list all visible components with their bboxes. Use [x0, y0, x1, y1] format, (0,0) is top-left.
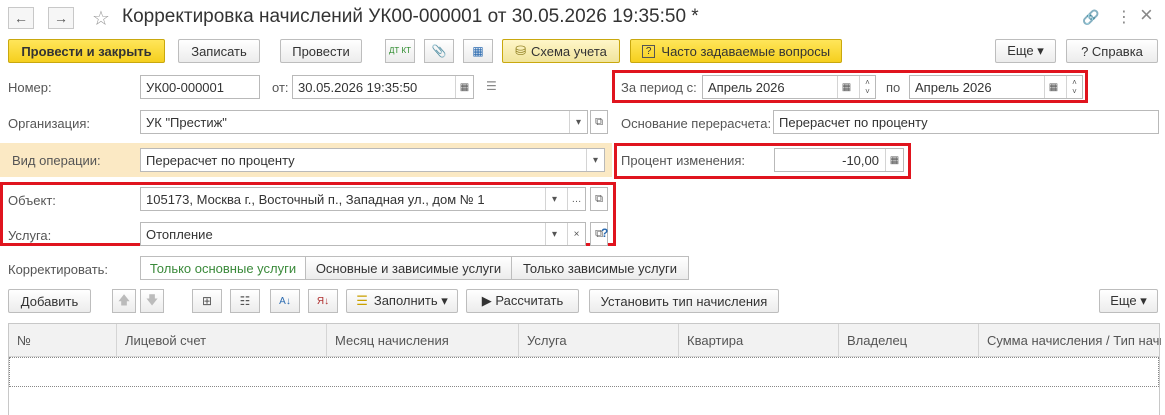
period-from-field[interactable]: Апрель 2026 ▦ ˄ ˅	[702, 75, 876, 99]
add-button[interactable]: Добавить	[8, 289, 91, 313]
col-service[interactable]: Услуга	[519, 324, 679, 357]
operation-field[interactable]: Перерасчет по проценту ▾	[140, 148, 605, 172]
tab-main-dependent-services[interactable]: Основные и зависимые услуги	[305, 256, 512, 280]
close-icon[interactable]: ×	[1140, 2, 1153, 28]
fill-icon: ☰	[356, 293, 368, 308]
organization-value: УК "Престиж"	[146, 114, 227, 130]
percent-value: -10,00	[842, 152, 879, 168]
period-to-label: по	[886, 80, 901, 95]
fill-label: Заполнить ▾	[373, 293, 448, 308]
percent-label: Процент изменения:	[621, 153, 745, 168]
chevron-down-icon[interactable]: ▾	[586, 149, 604, 171]
col-apartment[interactable]: Квартира	[679, 324, 839, 357]
comment-icon[interactable]: ☰	[486, 79, 497, 93]
back-arrow-icon: ←	[14, 10, 28, 26]
scheme-icon: ⛁	[515, 43, 527, 58]
percent-field[interactable]: -10,00 ▦	[774, 148, 904, 172]
col-owner[interactable]: Владелец	[839, 324, 979, 357]
open-object-icon[interactable]: ⧉	[590, 187, 608, 211]
period-to-value: Апрель 2026	[915, 79, 992, 95]
move-down-icon[interactable]: 🡇	[140, 289, 164, 313]
title-bar: ← → ☆ Корректировка начислений УК00-0000…	[0, 0, 1165, 36]
tab-main-services[interactable]: Только основные услуги	[140, 256, 306, 280]
edit-rows-icon[interactable]: ☷	[230, 289, 260, 313]
select-icon[interactable]: …	[567, 188, 585, 210]
col-amount[interactable]: Сумма начисления / Тип начисления	[979, 324, 1161, 357]
date-value: 30.05.2026 19:35:50	[298, 79, 418, 95]
date-label: от:	[272, 80, 289, 95]
more-button[interactable]: Еще ▾	[995, 39, 1056, 63]
chevron-down-icon[interactable]: ▾	[569, 111, 587, 133]
favorite-star-icon[interactable]: ☆	[92, 6, 110, 31]
table-row[interactable]	[9, 357, 1159, 387]
chevron-down-icon[interactable]: ▾	[545, 188, 563, 210]
number-label: Номер:	[8, 80, 52, 95]
forward-button[interactable]: →	[48, 7, 74, 29]
more-options-icon[interactable]: ⋮	[1116, 7, 1132, 27]
object-label: Объект:	[8, 193, 56, 208]
col-number[interactable]: №	[9, 324, 117, 357]
period-to-field[interactable]: Апрель 2026 ▦ ˄ ˅	[909, 75, 1083, 99]
structure-icon[interactable]: ▦	[463, 39, 493, 63]
calculate-button[interactable]: ▶ Рассчитать	[466, 289, 579, 313]
organization-label: Организация:	[8, 116, 91, 131]
service-field[interactable]: Отопление ▾ ×	[140, 222, 586, 246]
period-from-value: Апрель 2026	[708, 79, 785, 95]
dt-kt-icon[interactable]: ДТ КТ	[385, 39, 415, 63]
service-value: Отопление	[146, 226, 213, 242]
chevron-down-icon[interactable]: ▾	[545, 223, 563, 245]
calculator-icon[interactable]: ▦	[885, 149, 903, 171]
forward-arrow-icon: →	[54, 10, 68, 26]
period-from-label: За период с:	[621, 80, 697, 95]
help-question-icon[interactable]: ?	[601, 226, 608, 240]
question-icon: ?	[641, 44, 656, 58]
col-account[interactable]: Лицевой счет	[117, 324, 327, 357]
clear-icon[interactable]: ×	[567, 223, 585, 245]
col-month[interactable]: Месяц начисления	[327, 324, 519, 357]
tab-dependent-services[interactable]: Только зависимые услуги	[511, 256, 689, 280]
basis-label: Основание перерасчета:	[621, 116, 772, 131]
operation-label: Вид операции:	[12, 153, 101, 168]
faq-button[interactable]: ? Часто задаваемые вопросы	[630, 39, 842, 63]
table-more-button[interactable]: Еще ▾	[1099, 289, 1158, 313]
table-header: № Лицевой счет Месяц начисления Услуга К…	[9, 324, 1161, 357]
scheme-label: Схема учета	[531, 43, 607, 59]
period-to-spinner[interactable]: ˄ ˅	[1066, 76, 1082, 98]
basis-field[interactable]: Перерасчет по проценту	[773, 110, 1159, 134]
faq-label: Часто задаваемые вопросы	[661, 43, 831, 59]
period-from-calendar-icon[interactable]: ▦	[837, 76, 855, 98]
open-organization-icon[interactable]: ⧉	[590, 110, 608, 134]
fill-button[interactable]: ☰ Заполнить ▾	[346, 289, 458, 313]
sort-asc-icon[interactable]: А↓	[270, 289, 300, 313]
object-value: 105173, Москва г., Восточный п., Западна…	[146, 191, 485, 207]
period-from-spinner[interactable]: ˄ ˅	[859, 76, 875, 98]
calendar-icon[interactable]: ▦	[455, 76, 473, 98]
accounting-scheme-button[interactable]: ⛁ Схема учета	[502, 39, 620, 63]
save-button[interactable]: Записать	[178, 39, 260, 63]
window-title: Корректировка начислений УК00-000001 от …	[122, 6, 699, 27]
date-field[interactable]: 30.05.2026 19:35:50 ▦	[292, 75, 474, 99]
object-field[interactable]: 105173, Москва г., Восточный п., Западна…	[140, 187, 586, 211]
move-up-icon[interactable]: 🡅	[112, 289, 136, 313]
help-button[interactable]: ? Справка	[1066, 39, 1158, 63]
post-and-close-button[interactable]: Провести и закрыть	[8, 39, 165, 63]
sort-desc-icon[interactable]: Я↓	[308, 289, 338, 313]
period-to-calendar-icon[interactable]: ▦	[1044, 76, 1062, 98]
link-icon[interactable]: 🔗	[1082, 9, 1099, 26]
correct-label: Корректировать:	[8, 262, 109, 277]
back-button[interactable]: ←	[8, 7, 34, 29]
accruals-table[interactable]: № Лицевой счет Месяц начисления Услуга К…	[8, 323, 1161, 415]
attach-icon[interactable]: 📎	[424, 39, 454, 63]
add-row-icon[interactable]: ⊞	[192, 289, 222, 313]
service-label: Услуга:	[8, 228, 52, 243]
post-button[interactable]: Провести	[280, 39, 362, 63]
number-field[interactable]: УК00-000001	[140, 75, 260, 99]
organization-field[interactable]: УК "Престиж" ▾	[140, 110, 588, 134]
set-accrual-type-button[interactable]: Установить тип начисления	[589, 289, 779, 313]
operation-value: Перерасчет по проценту	[146, 152, 295, 168]
